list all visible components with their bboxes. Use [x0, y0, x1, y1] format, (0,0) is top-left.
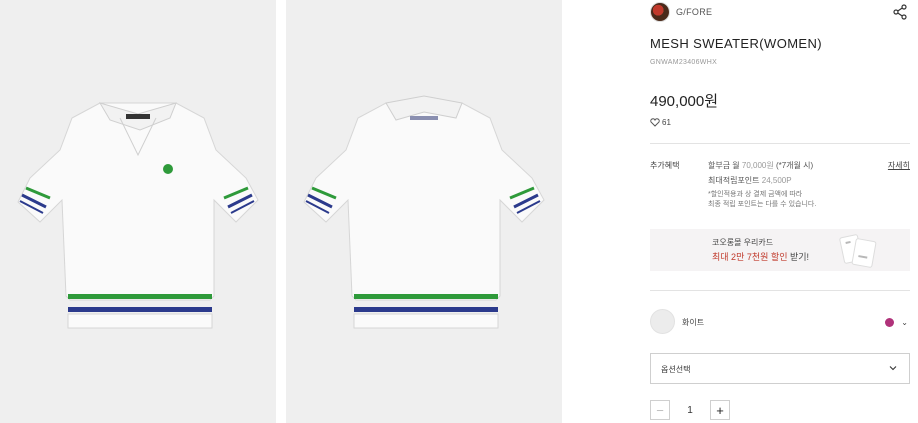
- points-note-line1: *할인적용과 상 결제 금액에 따라: [708, 191, 803, 198]
- sweater-back-illustration: [303, 95, 545, 329]
- benefit-detail-link[interactable]: 자세히: [888, 160, 910, 171]
- product-image-front[interactable]: [0, 0, 276, 423]
- installment-prefix: 할부금 월: [708, 161, 742, 170]
- share-icon[interactable]: [892, 4, 908, 20]
- installment-info: 할부금 월 70,000원 (*7개월 시): [708, 160, 813, 171]
- decrease-quantity-button[interactable]: −: [650, 400, 670, 420]
- quantity-value[interactable]: 1: [670, 405, 710, 416]
- selected-color-dot[interactable]: [885, 318, 894, 327]
- product-title: MESH SWEATER(WOMEN): [650, 36, 823, 51]
- product-info-panel: G/FORE MESH SWEATER(WOMEN) GNWAM23406WHX…: [650, 0, 912, 423]
- max-points-info: 최대적립포인트 24,500P: [708, 175, 792, 186]
- product-price: 490,000원: [650, 93, 719, 110]
- option-select[interactable]: 옵션선택: [650, 353, 910, 384]
- points-note: *할인적용과 상 결제 금액에 따라 최종 적립 포인트는 다를 수 있습니다.: [708, 190, 888, 210]
- product-image-back[interactable]: [286, 0, 562, 423]
- divider: [650, 290, 910, 291]
- color-name: 화이트: [682, 318, 705, 327]
- credit-card-icon: [839, 234, 877, 268]
- points-note-line2: 최종 적립 포인트는 다를 수 있습니다.: [708, 201, 817, 208]
- sweater-front-illustration: [17, 102, 259, 329]
- like-count: 61: [662, 118, 671, 127]
- option-select-label: 옵션선택: [661, 365, 691, 374]
- card-promo-highlight: 최대 2만 7천원 할인: [712, 252, 788, 262]
- brand-logo[interactable]: [650, 2, 670, 22]
- chevron-down-icon[interactable]: ⌄: [901, 318, 908, 327]
- brand-name[interactable]: G/FORE: [676, 7, 712, 17]
- increase-quantity-button[interactable]: +: [710, 400, 730, 420]
- card-promo-banner[interactable]: 코오롱몰 우리카드 최대 2만 7천원 할인 받기!: [650, 229, 910, 271]
- product-sku: GNWAM23406WHX: [650, 59, 718, 66]
- quantity-stepper: − 1 +: [650, 399, 730, 421]
- brand-row[interactable]: G/FORE: [650, 2, 712, 22]
- installment-amount: 70,000원: [741, 161, 774, 170]
- heart-icon: [650, 118, 660, 127]
- divider: [650, 143, 910, 144]
- benefit-label: 추가혜택: [650, 161, 680, 170]
- like-button[interactable]: 61: [650, 118, 671, 127]
- chevron-down-icon: [889, 366, 897, 371]
- points-amount: 24,500P: [761, 176, 792, 185]
- color-option-row[interactable]: 화이트 ⌄: [650, 308, 910, 336]
- installment-suffix: (*7개월 시): [773, 161, 814, 170]
- card-promo-title: 코오롱몰 우리카드: [712, 238, 774, 247]
- card-promo-rest: 받기!: [787, 252, 810, 262]
- color-swatch[interactable]: [650, 309, 675, 334]
- card-promo-offer: 최대 2만 7천원 할인 받기!: [712, 250, 809, 263]
- points-prefix: 최대적립포인트: [708, 176, 762, 185]
